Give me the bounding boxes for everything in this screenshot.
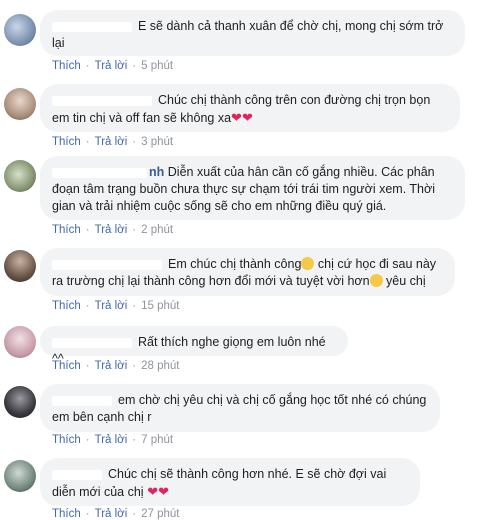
author-name[interactable] <box>52 21 132 32</box>
timestamp[interactable]: 5 phút <box>141 60 173 72</box>
comment-bubble: Chúc chị sẽ thành công hơn nhé. E sẽ chờ… <box>40 458 420 506</box>
author-name-blur <box>52 167 147 178</box>
reply-link[interactable]: Trả lời <box>95 224 128 236</box>
comment-text: Chúc chị sẽ thành công hơn nhé. E sẽ chờ… <box>52 467 387 499</box>
like-link[interactable]: Thích <box>52 508 81 520</box>
comment-actions: Thích · Trả lời · 28 phút <box>52 360 180 372</box>
comment-text: yêu chị <box>386 274 426 288</box>
comment-bubble: Chúc chị thành công trên con đường chị t… <box>40 84 460 132</box>
reply-link[interactable]: Trả lời <box>95 508 128 520</box>
timestamp[interactable]: 15 phút <box>141 300 179 312</box>
avatar[interactable] <box>4 160 36 192</box>
comment-actions: Thích · Trả lời · 2 phút <box>52 224 174 236</box>
timestamp[interactable]: 3 phút <box>141 136 173 148</box>
author-name[interactable] <box>52 259 162 270</box>
avatar[interactable] <box>4 14 36 46</box>
timestamp[interactable]: 28 phút <box>141 360 179 372</box>
comment-bubble: nh Diễn xuất của hân cần cố gắng nhiều. … <box>40 156 465 220</box>
author-name[interactable] <box>52 337 132 348</box>
reply-link[interactable]: Trả lời <box>95 136 128 148</box>
like-link[interactable]: Thích <box>52 60 81 72</box>
comment-actions: Thích · Trả lời · 27 phút <box>52 508 180 520</box>
like-link[interactable]: Thích <box>52 434 81 446</box>
like-link[interactable]: Thích <box>52 360 81 372</box>
comment-bubble: E sẽ dành cả thanh xuân để chờ chị, mong… <box>40 10 465 56</box>
timestamp[interactable]: 27 phút <box>141 508 179 520</box>
comment-actions: Thích · Trả lời · 3 phút <box>52 136 174 148</box>
timestamp[interactable]: 2 phút <box>141 224 173 236</box>
avatar[interactable] <box>4 250 36 282</box>
author-name[interactable] <box>52 469 102 480</box>
comment-bubble: em chờ chị yêu chị và chị cố gắng học tố… <box>40 384 440 432</box>
comment-bubble: Rất thích nghe giọng em luôn nhé ^^ <box>40 326 348 366</box>
heart-icon: ❤❤ <box>143 484 169 499</box>
heart-icon: ❤❤ <box>231 110 253 125</box>
reply-link[interactable]: Trả lời <box>95 60 128 72</box>
reply-link[interactable]: Trả lời <box>95 434 128 446</box>
avatar[interactable] <box>4 386 36 418</box>
avatar[interactable] <box>4 88 36 120</box>
comment-text: Em chúc chị thành công <box>168 257 302 271</box>
author-name[interactable] <box>52 95 152 106</box>
avatar[interactable] <box>4 460 36 492</box>
smiling-face-icon <box>369 274 383 287</box>
author-name[interactable]: nh <box>149 165 164 179</box>
author-name[interactable] <box>52 395 112 406</box>
comment-actions: Thích · Trả lời · 7 phút <box>52 434 174 446</box>
timestamp[interactable]: 7 phút <box>141 434 173 446</box>
reply-link[interactable]: Trả lời <box>95 360 128 372</box>
comment-bubble: Em chúc chị thành công chị cứ học đi sau… <box>40 248 455 296</box>
comment-actions: Thích · Trả lời · 5 phút <box>52 60 174 72</box>
reply-link[interactable]: Trả lời <box>95 300 128 312</box>
comment-actions: Thích · Trả lời · 15 phút <box>52 300 180 312</box>
like-link[interactable]: Thích <box>52 300 81 312</box>
like-link[interactable]: Thích <box>52 224 81 236</box>
avatar[interactable] <box>4 326 36 358</box>
smiling-face-icon <box>301 257 315 270</box>
like-link[interactable]: Thích <box>52 136 81 148</box>
